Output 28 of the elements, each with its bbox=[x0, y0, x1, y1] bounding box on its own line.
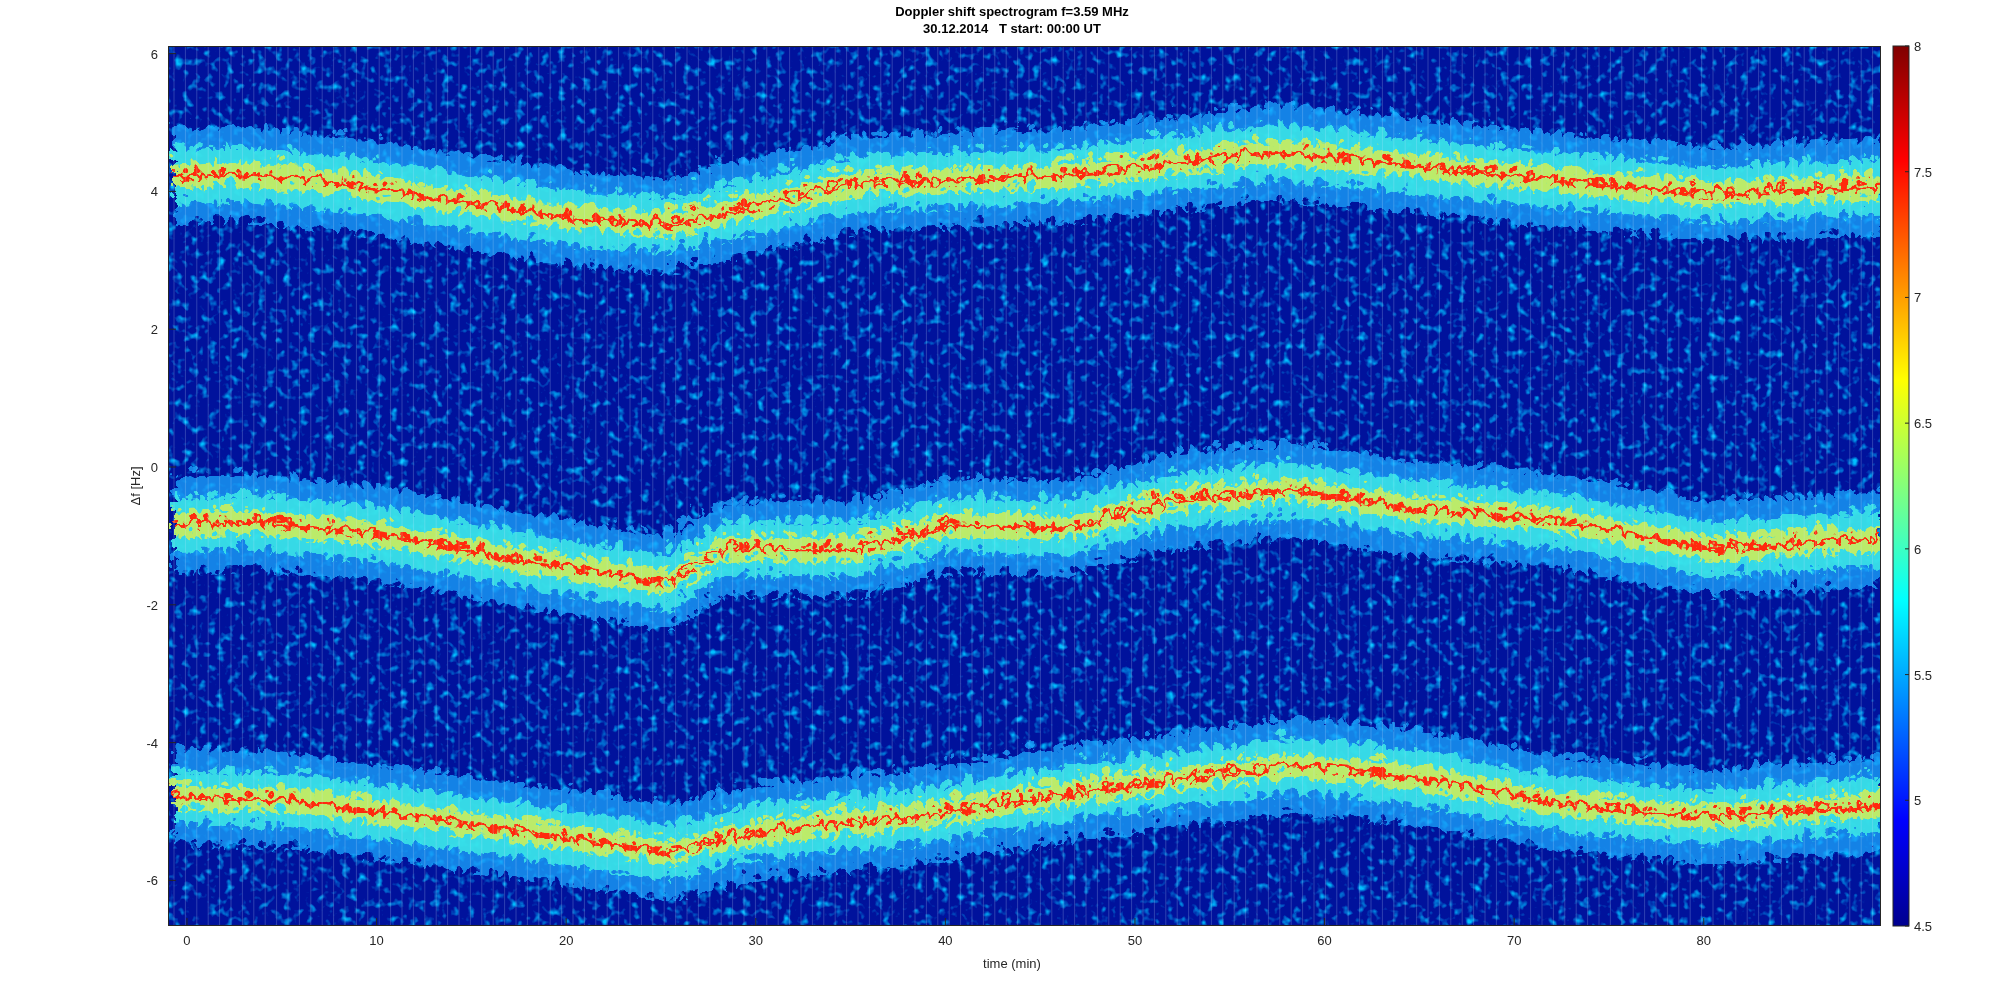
x-tick-label: 0 bbox=[183, 933, 191, 948]
x-tick-label: 10 bbox=[369, 933, 384, 948]
y-tick-label: -6 bbox=[146, 873, 158, 889]
colorbar-tick-label: 6 bbox=[1914, 541, 1922, 557]
figure-title: 30.12.2014 T start: 00:00 UT bbox=[923, 21, 1101, 36]
y-tick-label: -2 bbox=[146, 597, 158, 613]
colorbar-tick-label: 4.5 bbox=[1914, 919, 1933, 934]
colorbar-tick-label: 7.5 bbox=[1914, 164, 1933, 180]
x-tick-label: 30 bbox=[748, 933, 763, 948]
colorbar-tick-label: 5 bbox=[1914, 793, 1922, 809]
colorbar-tick-label: 5.5 bbox=[1914, 667, 1933, 683]
x-tick-label: 60 bbox=[1317, 933, 1332, 948]
y-tick-label: 2 bbox=[150, 322, 158, 338]
y-tick-label: 4 bbox=[150, 184, 158, 200]
y-axis-label: Δf [Hz] bbox=[128, 466, 143, 506]
x-tick-label: 20 bbox=[558, 933, 574, 948]
y-tick-label: 6 bbox=[150, 46, 158, 62]
colorbar-tick-label: 8 bbox=[1914, 39, 1922, 54]
y-tick-label: 0 bbox=[150, 460, 158, 475]
x-tick-label: 50 bbox=[1127, 933, 1143, 948]
x-tick-label: 80 bbox=[1696, 933, 1711, 948]
colorbar-tick-label: 6.5 bbox=[1914, 416, 1933, 432]
colorbar-tick-label: 7 bbox=[1914, 290, 1922, 306]
x-tick-label: 70 bbox=[1506, 933, 1522, 948]
figure-title: Doppler shift spectrogram f=3.59 MHz bbox=[895, 4, 1129, 19]
x-tick-label: 40 bbox=[938, 933, 953, 948]
y-tick-label: -4 bbox=[146, 735, 158, 751]
x-axis-label: time (min) bbox=[983, 956, 1041, 971]
